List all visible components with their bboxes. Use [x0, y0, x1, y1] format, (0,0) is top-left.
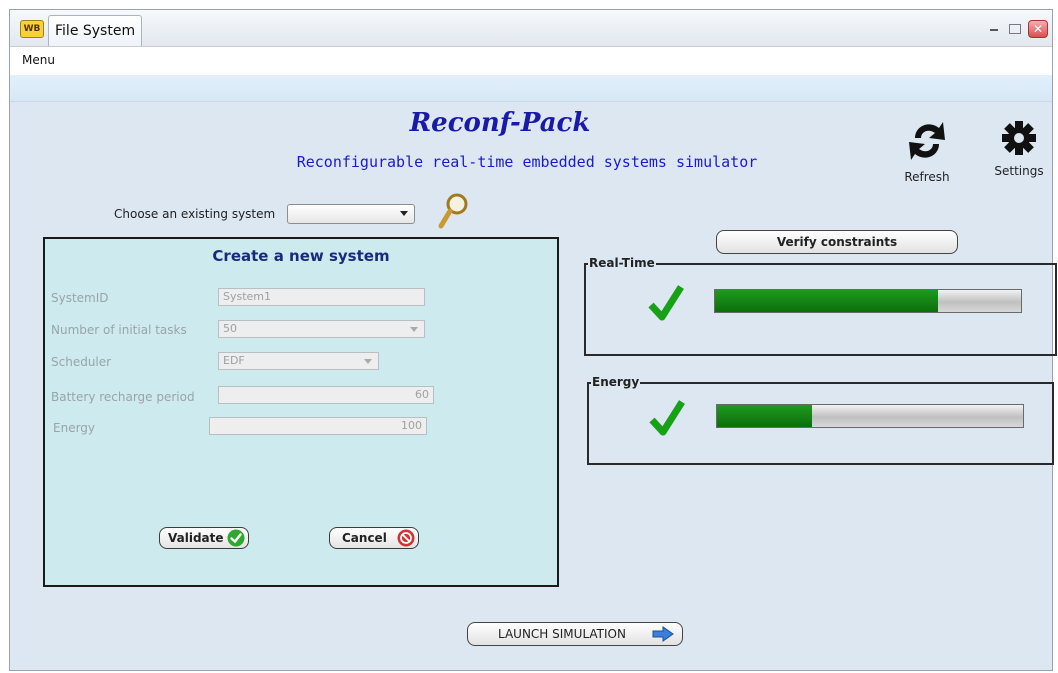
minimize-icon[interactable] [986, 21, 1002, 37]
settings-label: Settings [994, 164, 1044, 178]
app-logo-icon: WB [20, 20, 44, 38]
cancel-button[interactable]: Cancel [329, 527, 419, 549]
toolbar-strip [10, 75, 1052, 102]
battery-period-field[interactable]: 60 [218, 386, 434, 404]
checkmark-icon [648, 285, 684, 321]
refresh-icon [909, 122, 945, 160]
system-id-field[interactable]: System1 [218, 288, 425, 306]
refresh-button[interactable]: Refresh [896, 118, 958, 184]
initial-tasks-label: Number of initial tasks [51, 323, 187, 337]
energy-progress-fill [717, 405, 812, 427]
choose-system-dropdown[interactable] [287, 204, 415, 224]
chevron-down-icon [364, 359, 372, 364]
energy-label: Energy [53, 421, 96, 435]
arrow-right-icon [652, 626, 674, 642]
settings-button[interactable]: Settings [988, 118, 1050, 178]
window-controls: ✕ [986, 20, 1048, 38]
realtime-progress-bar [714, 289, 1022, 313]
create-system-title: Create a new system [212, 247, 390, 265]
title-bar: WB File System ✕ [10, 10, 1052, 47]
magnifier-icon [438, 193, 468, 229]
realtime-legend: Real-Time [588, 256, 656, 270]
menu-bar: Menu [10, 47, 1052, 75]
initial-tasks-dropdown[interactable]: 50 [218, 320, 425, 338]
scheduler-label: Scheduler [51, 355, 112, 369]
cancel-label: Cancel [342, 531, 387, 545]
search-button[interactable] [436, 192, 470, 230]
energy-progress-bar [716, 404, 1024, 428]
validate-button[interactable]: Validate [159, 527, 249, 549]
scheduler-value: EDF [223, 354, 245, 367]
close-icon[interactable]: ✕ [1028, 20, 1048, 38]
chevron-down-icon [410, 327, 418, 332]
initial-tasks-value: 50 [223, 322, 237, 335]
launch-simulation-button[interactable]: LAUNCH SIMULATION [467, 622, 683, 646]
create-system-panel: Create a new system SystemID System1 Num… [43, 237, 559, 587]
gear-icon [1002, 121, 1036, 155]
energy-field[interactable]: 100 [209, 417, 427, 435]
menu-item-menu[interactable]: Menu [22, 53, 55, 67]
main-window: WB File System ✕ Menu Reconf-Pack Reconf… [9, 9, 1057, 671]
tab-file-system[interactable]: File System [48, 15, 143, 46]
maximize-icon[interactable] [1009, 24, 1021, 34]
stop-icon [397, 529, 415, 547]
page-subtitle: Reconfigurable real-time embedded system… [296, 153, 758, 171]
energy-legend: Energy [591, 375, 641, 389]
choose-system-label: Choose an existing system [114, 207, 276, 221]
checkmark-icon [649, 400, 685, 436]
launch-simulation-label: LAUNCH SIMULATION [498, 627, 626, 641]
realtime-progress-fill [715, 290, 939, 312]
energy-group: Energy [587, 375, 1054, 465]
validate-label: Validate [168, 531, 224, 545]
realtime-group: Real-Time [584, 256, 1057, 356]
battery-period-label: Battery recharge period [51, 390, 195, 404]
system-id-label: SystemID [51, 291, 109, 305]
check-circle-icon [227, 529, 245, 547]
refresh-label: Refresh [904, 170, 950, 184]
chevron-down-icon [400, 211, 408, 216]
page-title: Reconf-Pack [409, 108, 591, 138]
verify-constraints-button[interactable]: Verify constraints [716, 230, 958, 254]
scheduler-dropdown[interactable]: EDF [218, 352, 379, 370]
